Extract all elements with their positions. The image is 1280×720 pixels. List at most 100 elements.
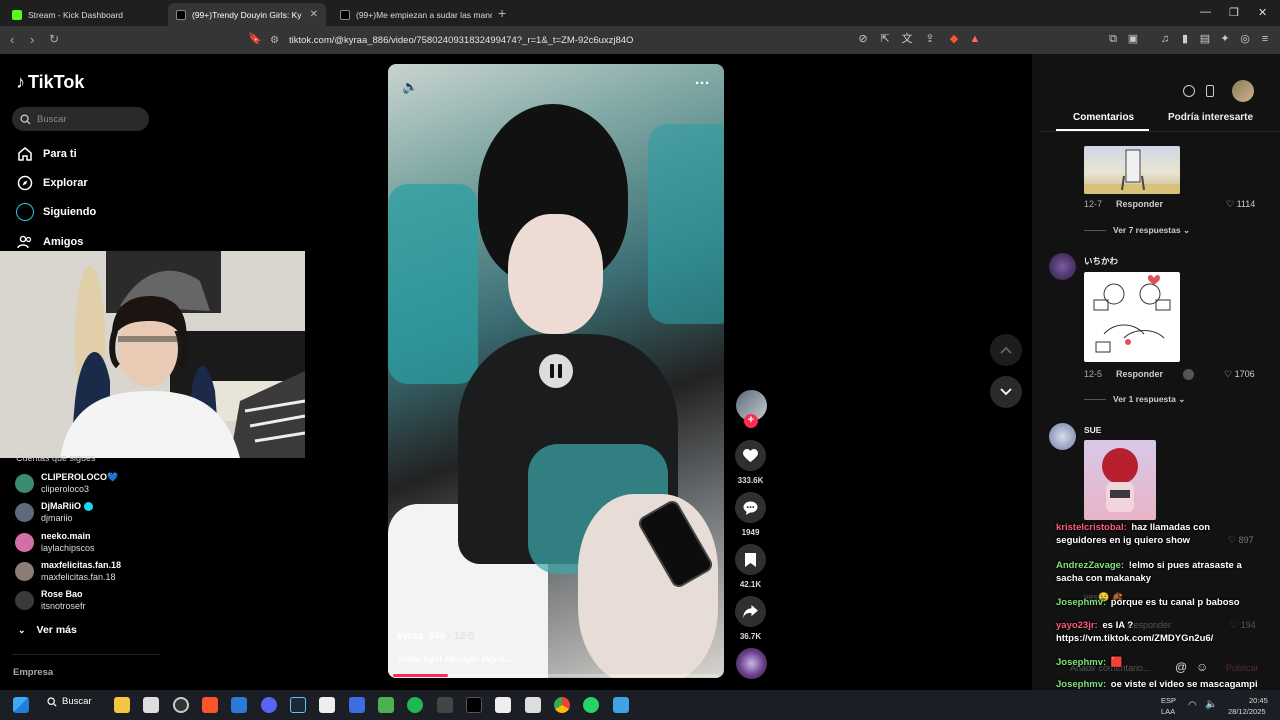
comment-action[interactable]: 1949 <box>735 492 766 537</box>
nav-friends[interactable]: Amigos <box>16 233 83 251</box>
wallet-icon[interactable]: ▤ <box>1199 33 1211 45</box>
followed-account[interactable]: DjMaRiiO djmariio <box>15 500 93 524</box>
vpn-icon[interactable]: ◎ <box>1239 33 1251 45</box>
site-info-icon[interactable]: ⚙ <box>270 35 279 46</box>
app-icon[interactable] <box>525 697 541 713</box>
like-action[interactable]: 333.6K <box>735 440 766 485</box>
app-icon[interactable] <box>349 697 365 713</box>
followed-account[interactable]: neeko.main laylachipscos <box>15 530 95 554</box>
view-replies-button[interactable]: Ver 1 respuesta ⌄ <box>1084 394 1185 405</box>
follow-button[interactable]: + <box>744 414 758 428</box>
share-icon[interactable]: ⇪ <box>924 33 936 45</box>
browser-tab-active[interactable]: (99+)Trendy Douyin Girls: Ky ✕ <box>168 3 326 26</box>
reply-button[interactable]: Responder <box>1116 199 1163 209</box>
sidebar-toggle-icon[interactable]: ▮ <box>1179 33 1191 45</box>
open-external-icon[interactable]: ⇱ <box>879 33 891 45</box>
coin-icon[interactable] <box>1178 80 1200 102</box>
app-icon[interactable] <box>319 697 335 713</box>
comment-username[interactable]: いちかわ <box>1084 255 1118 267</box>
close-window-icon[interactable]: ✕ <box>1258 6 1267 19</box>
comment-likes[interactable]: ♡ 1114 <box>1226 199 1255 210</box>
music-icon[interactable]: ♫ <box>1159 33 1171 45</box>
new-tab-button[interactable]: + <box>498 5 506 21</box>
bookmark-icon[interactable]: 🔖 <box>248 33 262 45</box>
reply-button[interactable]: Responder <box>1116 369 1163 379</box>
view-replies-button[interactable]: Ver 7 respuestas ⌄ <box>1084 225 1190 236</box>
wifi-icon[interactable]: ◠ <box>1188 700 1197 711</box>
brave-shield-icon[interactable]: ◆ <box>948 33 960 45</box>
reload-icon[interactable]: ↻ <box>49 32 59 46</box>
back-icon[interactable]: ‹ <box>10 32 14 47</box>
minimize-icon[interactable]: — <box>1200 6 1211 18</box>
avatar[interactable] <box>1049 423 1076 450</box>
comment-sticker-image[interactable] <box>1084 146 1180 194</box>
share-arrow-icon[interactable] <box>735 596 766 627</box>
notepad-icon[interactable] <box>613 697 629 713</box>
forward-icon[interactable]: › <box>30 32 34 47</box>
steam-icon[interactable] <box>290 697 306 713</box>
tiktok-logo[interactable]: ♪ TikTok <box>16 72 84 93</box>
comment-username[interactable]: SUE <box>1084 425 1101 435</box>
browser-tab[interactable]: (99+)Me empiezan a sudar las mano <box>332 3 492 26</box>
maximize-icon[interactable]: ❐ <box>1229 6 1239 19</box>
app-icon[interactable] <box>495 697 511 713</box>
search-input[interactable]: Buscar <box>12 107 149 131</box>
keyboard-lang[interactable]: ESP <box>1161 696 1176 705</box>
translate-icon[interactable]: 文 <box>901 33 913 45</box>
next-video-button[interactable] <box>990 376 1022 408</box>
minecraft-icon[interactable] <box>378 697 394 713</box>
close-tab-icon[interactable]: ✕ <box>304 9 318 20</box>
nav-explore[interactable]: Explorar <box>16 174 88 192</box>
more-options-icon[interactable]: ··· <box>695 75 710 92</box>
see-more-button[interactable]: ⌄ Ver más <box>18 624 77 636</box>
video-description[interactable]: #cute #girl #douyin #kyra ... <box>397 654 515 664</box>
spotify-icon[interactable] <box>407 697 423 713</box>
heart-icon[interactable] <box>735 440 766 471</box>
clock-date[interactable]: 28/12/2025 <box>1228 707 1266 716</box>
followed-account[interactable]: CLIPEROLOCO💙 cliperoloco3 <box>15 471 118 495</box>
taskbar-search[interactable]: Buscar <box>47 696 92 707</box>
profile-avatar[interactable] <box>1232 80 1254 102</box>
previous-video-button[interactable] <box>990 334 1022 366</box>
brave-browser-icon[interactable] <box>202 697 218 713</box>
volume-icon[interactable]: 🔈 <box>402 79 418 95</box>
comment-icon[interactable] <box>735 492 766 523</box>
bookmark-icon[interactable] <box>735 544 766 575</box>
company-link[interactable]: Empresa <box>13 667 53 678</box>
comment-likes[interactable]: ♡ 1706 <box>1224 369 1255 380</box>
windows-start-icon[interactable] <box>13 697 29 713</box>
discord-icon[interactable] <box>261 697 277 713</box>
browser-tab[interactable]: Stream - Kick Dashboard <box>4 3 166 26</box>
tab-might-interest[interactable]: Podría interesarte <box>1168 112 1253 123</box>
clock-time[interactable]: 20:45 <box>1249 696 1268 705</box>
share-action[interactable]: 36.7K <box>735 596 766 641</box>
music-disc-icon[interactable] <box>736 648 767 679</box>
app-icon[interactable] <box>437 697 453 713</box>
followed-account[interactable]: Rose Bao itsnotrosefr <box>15 588 86 612</box>
leo-ai-icon[interactable]: ✦ <box>1219 33 1231 45</box>
pause-button[interactable] <box>539 354 573 388</box>
video-progress-bar[interactable] <box>393 674 719 677</box>
tab-comments[interactable]: Comentarios <box>1073 112 1134 123</box>
nav-for-you[interactable]: Para ti <box>16 145 77 163</box>
avatar[interactable] <box>1049 253 1076 280</box>
store-icon[interactable] <box>143 697 159 713</box>
app-icon[interactable] <box>231 697 247 713</box>
volume-icon[interactable]: 🔈 <box>1205 699 1217 710</box>
save-action[interactable]: 42.1K <box>735 544 766 589</box>
screenshot-icon[interactable]: ▣ <box>1127 33 1139 45</box>
followed-account[interactable]: maxfelicitas.fan.18 maxfelicitas.fan.18 <box>15 559 121 583</box>
extensions-icon[interactable]: ⧉ <box>1107 33 1119 45</box>
no-sound-icon[interactable]: ⊘ <box>857 33 869 45</box>
tiktok-app-icon[interactable] <box>466 697 482 713</box>
file-explorer-icon[interactable] <box>114 697 130 713</box>
comment-sticker-image[interactable] <box>1084 272 1180 362</box>
brave-rewards-icon[interactable]: ▲ <box>969 33 981 45</box>
obs-icon[interactable] <box>173 697 189 713</box>
whatsapp-icon[interactable] <box>583 697 599 713</box>
comment-sticker-image[interactable] <box>1084 440 1156 520</box>
nav-following[interactable]: Siguiendo <box>16 203 96 221</box>
video-author[interactable]: kyraa_886 · 12-5 <box>397 631 474 642</box>
chrome-icon[interactable] <box>554 697 570 713</box>
keyboard-layout[interactable]: LAA <box>1161 707 1175 716</box>
